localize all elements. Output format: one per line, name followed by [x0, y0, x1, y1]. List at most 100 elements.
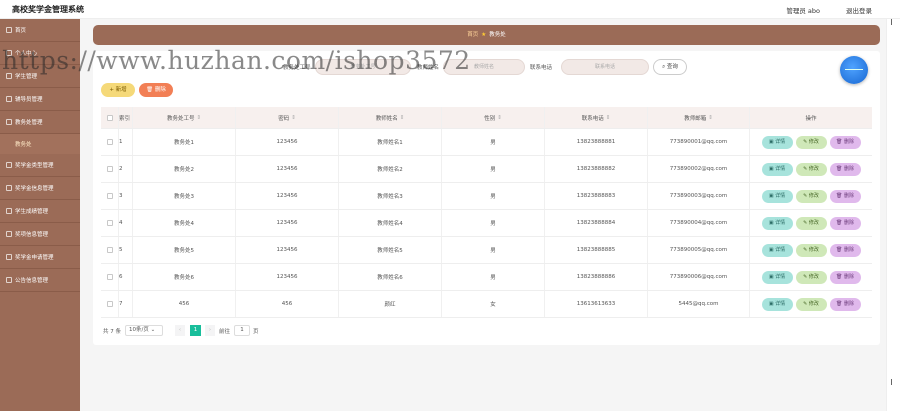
- sort-icon: ⇕: [605, 114, 611, 121]
- sidebar-item-profile[interactable]: 个人中心: [0, 42, 80, 65]
- header-email[interactable]: 教师邮箱 ⇕: [648, 107, 750, 128]
- header-phone-label: 联系电话: [581, 115, 604, 122]
- detail-button[interactable]: ▣ 详情: [761, 270, 793, 284]
- current-page-button[interactable]: 1: [190, 325, 201, 336]
- cell-phone: 13823888882: [545, 156, 648, 182]
- remove-button[interactable]: 🗑 删除: [829, 216, 861, 230]
- remove-button[interactable]: 🗑 删除: [829, 135, 861, 149]
- data-table: 索引 教务处工号 ⇕ 密码 ⇕ 教师姓名 ⇕ 性别 ⇕ 联系电话 ⇕ 教师邮箱 ⇕ 操作 1…: [101, 107, 872, 318]
- cell-index: 4: [119, 210, 133, 236]
- right-edge-strip: [886, 19, 900, 411]
- cell-actions: ▣ 详情 ✎ 修改 🗑 删除: [750, 264, 872, 290]
- edit-button[interactable]: ✎ 修改: [795, 297, 827, 311]
- sidebar-item-academic-affairs[interactable]: 教务处管理: [0, 111, 80, 134]
- cell-email: 5445@qq.com: [648, 291, 750, 317]
- sidebar-item-students[interactable]: 学生管理: [0, 65, 80, 88]
- edit-button[interactable]: ✎ 修改: [795, 162, 827, 176]
- sidebar-item-home[interactable]: 首页: [0, 19, 80, 42]
- edit-button[interactable]: ✎ 修改: [795, 135, 827, 149]
- header-id[interactable]: 教务处工号 ⇕: [133, 107, 236, 128]
- clock-widget-icon: [840, 56, 868, 84]
- cell-actions: ▣ 详情 ✎ 修改 🗑 删除: [750, 237, 872, 263]
- cell-email: 773890001@qq.com: [648, 129, 750, 155]
- menu-icon: [6, 277, 12, 283]
- remove-button[interactable]: 🗑 删除: [829, 297, 861, 311]
- goto-page-input[interactable]: 1: [234, 325, 250, 336]
- detail-button[interactable]: ▣ 详情: [761, 216, 793, 230]
- next-page-button[interactable]: ›: [205, 325, 215, 336]
- edit-button[interactable]: ✎ 修改: [795, 243, 827, 257]
- menu-icon: [6, 254, 12, 260]
- detail-button[interactable]: ▣ 详情: [761, 243, 793, 257]
- select-all-checkbox[interactable]: [106, 114, 113, 121]
- cell-actions: ▣ 详情 ✎ 修改 🗑 删除: [750, 291, 872, 317]
- sidebar-subitem-academic-affairs[interactable]: 教务处: [0, 134, 80, 154]
- menu-icon: [6, 185, 12, 191]
- sidebar-item-awards[interactable]: 奖项信息管理: [0, 223, 80, 246]
- edit-button[interactable]: ✎ 修改: [795, 270, 827, 284]
- sidebar-item-grades[interactable]: 学生成绩管理: [0, 200, 80, 223]
- breadcrumb-home[interactable]: 首页: [467, 32, 478, 38]
- header-gender[interactable]: 性别 ⇕: [442, 107, 545, 128]
- logout-link[interactable]: 退出登录: [846, 5, 872, 15]
- detail-button[interactable]: ▣ 详情: [761, 162, 793, 176]
- cell-id: 教务处3: [133, 183, 236, 209]
- cell-phone: 13823888883: [545, 183, 648, 209]
- remove-button[interactable]: 🗑 删除: [829, 162, 861, 176]
- header-actions: 操作: [805, 115, 817, 122]
- row-checkbox[interactable]: [106, 139, 113, 145]
- menu-icon: [6, 119, 12, 125]
- cell-name: 教师姓名4: [339, 210, 442, 236]
- header-phone[interactable]: 联系电话 ⇕: [545, 107, 648, 128]
- sidebar-item-counselors[interactable]: 辅导员管理: [0, 88, 80, 111]
- table-row: 1 教务处1 123456 教师姓名1 男 13823888881 773890001@qq…: [101, 129, 872, 156]
- sidebar-item-applications[interactable]: 奖学金申请管理: [0, 246, 80, 269]
- prev-page-button[interactable]: ‹: [175, 325, 185, 336]
- delete-button[interactable]: 🗑 删除: [139, 83, 173, 97]
- remove-button[interactable]: 🗑 删除: [829, 243, 861, 257]
- cell-gender: 女: [442, 291, 545, 317]
- add-button[interactable]: + 新增: [101, 83, 135, 97]
- remove-icon: 🗑: [836, 138, 844, 145]
- cell-gender: 男: [442, 156, 545, 182]
- remove-button[interactable]: 🗑 删除: [829, 189, 861, 203]
- page-size-select[interactable]: 10条/页 ⌄: [125, 325, 163, 336]
- cell-id: 教务处5: [133, 237, 236, 263]
- remove-button-label: 删除: [843, 165, 854, 172]
- detail-button[interactable]: ▣ 详情: [761, 135, 793, 149]
- search-input-id[interactable]: 教务处工号: [315, 59, 411, 75]
- sidebar-item-label: 奖学金类型管理: [15, 163, 54, 169]
- row-checkbox[interactable]: [106, 301, 113, 307]
- detail-button-label: 详情: [775, 273, 786, 280]
- detail-button[interactable]: ▣ 详情: [761, 189, 793, 203]
- cell-id: 456: [133, 291, 236, 317]
- edit-button-label: 修改: [808, 138, 819, 145]
- row-checkbox[interactable]: [106, 247, 113, 253]
- sidebar-item-scholarship-types[interactable]: 奖学金类型管理: [0, 154, 80, 177]
- query-button[interactable]: ⌕ 查询: [653, 59, 687, 75]
- detail-button[interactable]: ▣ 详情: [761, 297, 793, 311]
- remove-button[interactable]: 🗑 删除: [829, 270, 861, 284]
- edit-button-label: 修改: [808, 219, 819, 226]
- sidebar-item-announcements[interactable]: 公告信息管理: [0, 269, 80, 292]
- cell-actions: ▣ 详情 ✎ 修改 🗑 删除: [750, 156, 872, 182]
- search-input-phone[interactable]: 联系电话: [561, 59, 649, 75]
- row-checkbox[interactable]: [106, 220, 113, 226]
- cell-phone: 13823888881: [545, 129, 648, 155]
- header-name[interactable]: 教师姓名 ⇕: [339, 107, 442, 128]
- remove-button-label: 删除: [843, 246, 854, 253]
- delete-button-label: 删除: [154, 87, 166, 93]
- edit-button[interactable]: ✎ 修改: [795, 216, 827, 230]
- remove-button-label: 删除: [843, 192, 854, 199]
- sidebar-item-scholarship-info[interactable]: 奖学金信息管理: [0, 177, 80, 200]
- menu-icon: [6, 231, 12, 237]
- admin-info: 管理员 abo: [786, 7, 820, 15]
- edit-button[interactable]: ✎ 修改: [795, 189, 827, 203]
- row-checkbox[interactable]: [106, 193, 113, 199]
- row-checkbox[interactable]: [106, 274, 113, 280]
- search-input-name[interactable]: 教师姓名: [443, 59, 525, 75]
- detail-button-label: 详情: [775, 300, 786, 307]
- sort-icon: ⇕: [291, 114, 296, 121]
- row-checkbox[interactable]: [106, 166, 113, 172]
- header-password[interactable]: 密码 ⇕: [236, 107, 339, 128]
